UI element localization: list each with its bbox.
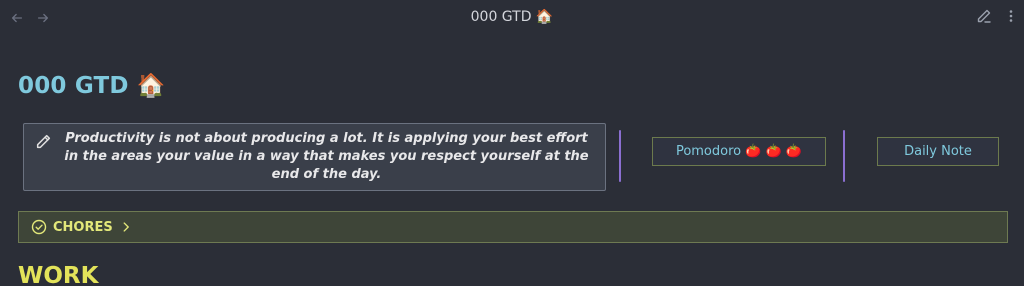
work-heading: WORK xyxy=(18,263,99,286)
daily-note-button[interactable]: Daily Note xyxy=(877,137,999,166)
top-bar: 000 GTD 🏠 xyxy=(0,0,1024,36)
pencil-icon xyxy=(36,134,51,149)
chores-callout[interactable]: CHORES xyxy=(18,211,1008,243)
check-circle-icon xyxy=(31,219,47,235)
chevron-right-icon xyxy=(123,222,129,232)
more-options-button[interactable] xyxy=(1003,8,1019,28)
pomodoro-button[interactable]: Pomodoro 🍅 🍅 🍅 xyxy=(652,137,826,166)
divider xyxy=(843,130,845,182)
divider xyxy=(619,130,621,182)
more-vertical-icon xyxy=(1009,10,1013,22)
chores-label: CHORES xyxy=(53,219,113,235)
document-title: 000 GTD 🏠 xyxy=(470,9,554,25)
quote-callout: Productivity is not about producing a lo… xyxy=(23,123,606,191)
edit-button[interactable] xyxy=(976,8,992,28)
page-title: 000 GTD 🏠 xyxy=(18,73,166,99)
pencil-icon xyxy=(977,9,991,23)
quote-text: Productivity is not about producing a lo… xyxy=(64,131,589,182)
